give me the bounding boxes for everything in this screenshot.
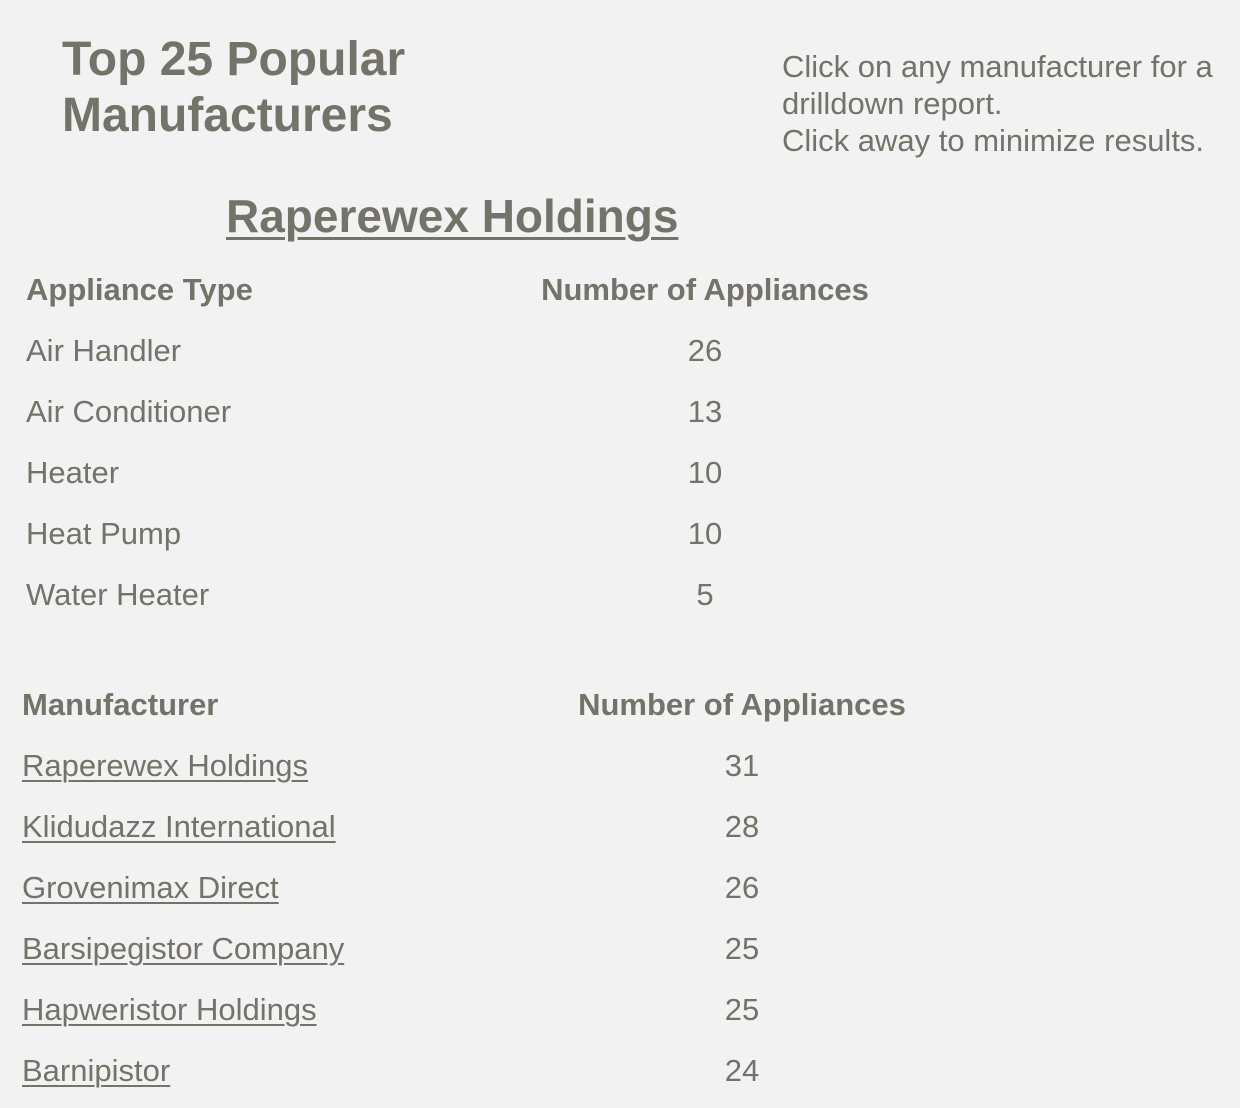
table-row: Water Heater 5: [26, 564, 914, 625]
table-row: Barsipegistor Company 25: [22, 918, 972, 979]
table-header-row: Appliance Type Number of Appliances: [26, 259, 914, 320]
column-header-appliance-type: Appliance Type: [26, 271, 253, 307]
appliance-count-cell: 10: [687, 454, 723, 490]
column-header-number-of-appliances: Number of Appliances: [541, 271, 869, 307]
drilldown-title[interactable]: Raperewex Holdings: [226, 188, 678, 244]
instructions-line: Click on any manufacturer for a: [782, 49, 1213, 84]
manufacturer-count-cell: 26: [724, 869, 760, 905]
table-row: Klidudazz International 28: [22, 796, 972, 857]
manufacturer-link[interactable]: Grovenimax Direct: [22, 870, 279, 905]
manufacturer-link[interactable]: Klidudazz International: [22, 809, 336, 844]
manufacturers-table: Manufacturer Number of Appliances Rapere…: [22, 674, 972, 1101]
column-header-manufacturer: Manufacturer: [22, 686, 219, 722]
instructions-text: Click on any manufacturer for a drilldow…: [782, 48, 1237, 159]
manufacturer-link[interactable]: Barnipistor: [22, 1053, 170, 1088]
table-row: Heat Pump 10: [26, 503, 914, 564]
appliance-count-cell: 26: [687, 332, 723, 368]
manufacturer-count-cell: 25: [724, 991, 760, 1027]
drilldown-table: Appliance Type Number of Appliances Air …: [26, 259, 914, 625]
manufacturer-link[interactable]: Hapweristor Holdings: [22, 992, 317, 1027]
table-row: Hapweristor Holdings 25: [22, 979, 972, 1040]
appliance-type-cell: Water Heater: [26, 576, 210, 612]
table-row: Grovenimax Direct 26: [22, 857, 972, 918]
instructions-line: Click away to minimize results.: [782, 123, 1205, 158]
column-header-number-of-appliances: Number of Appliances: [578, 686, 906, 722]
appliance-count-cell: 5: [696, 576, 714, 612]
manufacturer-count-cell: 28: [724, 808, 760, 844]
manufacturer-link[interactable]: Raperewex Holdings: [22, 748, 308, 783]
table-row: Heater 10: [26, 442, 914, 503]
table-row: Air Conditioner 13: [26, 381, 914, 442]
appliance-type-cell: Air Conditioner: [26, 393, 232, 429]
table-header-row: Manufacturer Number of Appliances: [22, 674, 972, 735]
manufacturer-count-cell: 31: [724, 747, 760, 783]
appliance-type-cell: Heater: [26, 454, 120, 490]
page-title: Top 25 Popular Manufacturers: [62, 33, 406, 142]
appliance-type-cell: Heat Pump: [26, 515, 182, 551]
instructions-line: drilldown report.: [782, 86, 1003, 121]
appliance-count-cell: 13: [687, 393, 723, 429]
table-row: Barnipistor 24: [22, 1040, 972, 1101]
manufacturer-count-cell: 24: [724, 1052, 760, 1088]
manufacturer-link[interactable]: Barsipegistor Company: [22, 931, 344, 966]
appliance-count-cell: 10: [687, 515, 723, 551]
appliance-type-cell: Air Handler: [26, 332, 182, 368]
table-row: Air Handler 26: [26, 320, 914, 381]
table-row: Raperewex Holdings 31: [22, 735, 972, 796]
manufacturer-count-cell: 25: [724, 930, 760, 966]
